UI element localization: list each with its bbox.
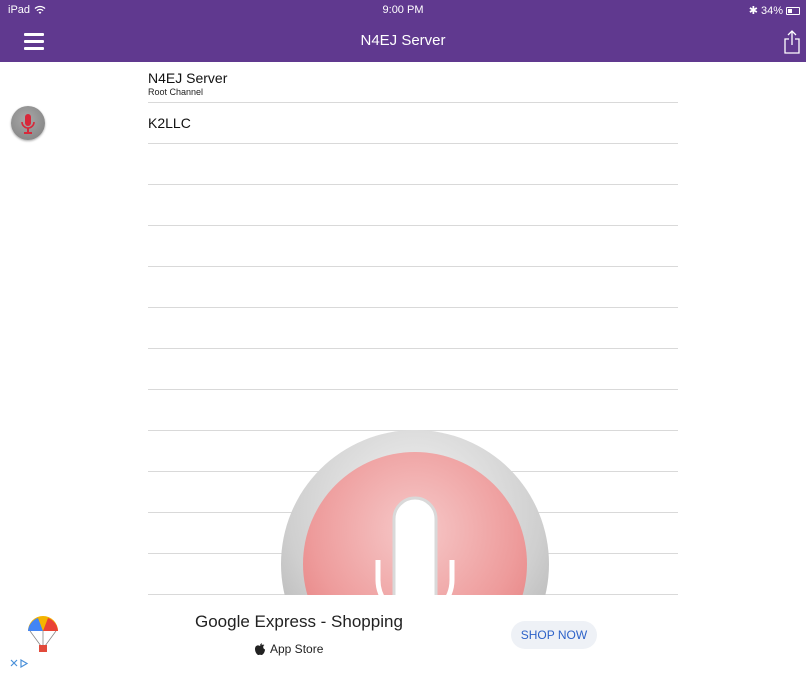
shop-now-button[interactable]: SHOP NOW	[511, 621, 597, 649]
empty-row	[148, 267, 678, 308]
microphone-icon	[21, 114, 35, 134]
page-title: N4EJ Server	[360, 32, 446, 49]
channel-name: N4EJ Server	[148, 70, 228, 86]
status-time: 9:00 PM	[382, 4, 424, 16]
empty-row	[148, 308, 678, 349]
empty-row	[148, 144, 678, 185]
empty-row	[148, 185, 678, 226]
channel-subtitle: Root Channel	[148, 87, 204, 97]
empty-row	[148, 226, 678, 267]
ad-title: Google Express - Shopping	[195, 612, 403, 631]
user-talk-status	[11, 106, 45, 140]
store-name: App Store	[270, 642, 324, 656]
battery-percent: 34%	[760, 4, 783, 17]
share-icon[interactable]	[783, 29, 801, 55]
parachute-icon	[28, 616, 58, 652]
channel-row[interactable]: N4EJ Server Root Channel	[148, 62, 678, 103]
app-store-label: App Store	[254, 642, 323, 656]
ad-choices-icon[interactable]	[10, 659, 34, 668]
bluetooth-icon: ✱	[748, 5, 758, 17]
ad-banner[interactable]: Google Express - Shopping App Store SHOP…	[0, 595, 806, 675]
user-name: K2LLC	[148, 115, 191, 131]
status-right: ✱ 34%	[749, 4, 800, 17]
navigation-bar: iPad 9:00 PM ✱ 34% N4EJ Server	[0, 0, 806, 62]
apple-icon	[255, 642, 265, 655]
user-row[interactable]: K2LLC	[148, 103, 678, 144]
status-bar: iPad 9:00 PM ✱ 34%	[0, 0, 806, 20]
battery-icon	[786, 6, 800, 15]
empty-row	[148, 390, 678, 431]
empty-row	[148, 349, 678, 390]
